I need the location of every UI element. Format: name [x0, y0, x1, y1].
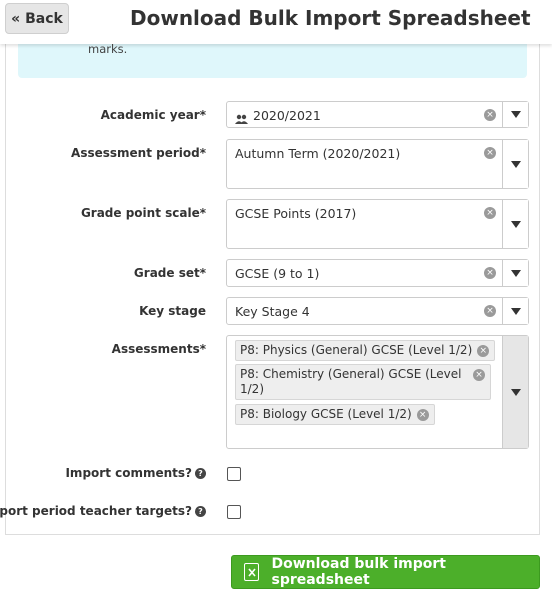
- key-stage-select[interactable]: Key Stage 4 ×: [226, 297, 529, 325]
- chevron-down-icon: [510, 220, 521, 228]
- grade-point-scale-select[interactable]: GCSE Points (2017) ×: [226, 199, 529, 249]
- assessment-tag-label: P8: Chemistry (General) GCSE (Level 1/2): [240, 367, 462, 396]
- clear-icon[interactable]: ×: [484, 109, 496, 121]
- clear-icon[interactable]: ×: [484, 147, 496, 159]
- clear-icon[interactable]: ×: [484, 305, 496, 317]
- remove-tag-icon[interactable]: ×: [416, 409, 429, 421]
- academic-year-value: 2020/2021: [253, 108, 321, 123]
- help-icon[interactable]: ?: [195, 506, 206, 517]
- academic-year-label: Academic year*: [100, 108, 206, 122]
- remove-tag-icon[interactable]: ×: [477, 345, 490, 357]
- assessment-tag: P8: Physics (General) GCSE (Level 1/2) ×: [235, 340, 496, 361]
- grade-point-scale-value: GCSE Points (2017): [235, 206, 357, 221]
- assessment-tag-label: P8: Biology GCSE (Level 1/2): [240, 407, 412, 421]
- dropdown-toggle[interactable]: [502, 140, 528, 188]
- import-comments-label: Import comments??: [65, 466, 206, 480]
- clear-icon[interactable]: ×: [484, 267, 496, 279]
- download-button-label: Download bulk import spreadsheet: [271, 556, 446, 588]
- help-icon[interactable]: ?: [195, 468, 206, 479]
- excel-file-icon: [244, 563, 260, 581]
- chevron-down-icon: [510, 388, 521, 396]
- assessment-tag: P8: Biology GCSE (Level 1/2) ×: [235, 404, 435, 425]
- grade-set-label: Grade set*: [133, 266, 206, 280]
- info-alert: marks.: [18, 40, 527, 78]
- dropdown-toggle[interactable]: [502, 200, 528, 248]
- assessment-tag-label: P8: Physics (General) GCSE (Level 1/2): [240, 343, 473, 357]
- assessment-tag: P8: Chemistry (General) GCSE (Level 1/2)…: [235, 364, 491, 400]
- chevron-down-icon: [510, 111, 521, 118]
- page-header: « Back Download Bulk Import Spreadsheet: [0, 0, 552, 44]
- assessment-period-value: Autumn Term (2020/2021): [235, 146, 401, 161]
- key-stage-label: Key stage: [139, 304, 206, 318]
- assessments-multiselect[interactable]: P8: Physics (General) GCSE (Level 1/2) ×…: [226, 335, 529, 449]
- grade-point-scale-label: Grade point scale*: [80, 206, 206, 220]
- page-title: Download Bulk Import Spreadsheet: [130, 6, 531, 30]
- chevron-down-icon: [510, 307, 521, 315]
- assessments-label: Assessments*: [111, 342, 206, 356]
- download-button[interactable]: Download bulk import spreadsheet: [231, 555, 540, 589]
- import-targets-checkbox[interactable]: [227, 505, 241, 519]
- remove-tag-icon[interactable]: ×: [473, 369, 485, 381]
- import-targets-text: Import period teacher targets?: [0, 504, 192, 518]
- import-comments-checkbox[interactable]: [227, 467, 241, 481]
- academic-year-select[interactable]: 2020/2021 ×: [226, 101, 529, 128]
- back-button[interactable]: « Back: [5, 3, 69, 34]
- dropdown-toggle[interactable]: [502, 102, 528, 127]
- key-stage-value: Key Stage 4: [235, 304, 310, 319]
- dropdown-toggle[interactable]: [502, 298, 528, 324]
- chevron-down-icon: [510, 269, 521, 277]
- chevron-down-icon: [510, 160, 521, 168]
- import-targets-label: Import period teacher targets??: [0, 504, 206, 518]
- import-comments-text: Import comments?: [65, 466, 192, 480]
- grade-set-select[interactable]: GCSE (9 to 1) ×: [226, 259, 529, 287]
- clear-icon[interactable]: ×: [484, 207, 496, 219]
- dropdown-toggle[interactable]: [502, 260, 528, 286]
- grade-set-value: GCSE (9 to 1): [235, 266, 320, 281]
- users-icon: [235, 110, 248, 129]
- info-text: marks.: [88, 42, 128, 56]
- dropdown-toggle[interactable]: [502, 336, 528, 448]
- assessment-period-label: Assessment period*: [71, 146, 206, 160]
- assessment-period-select[interactable]: Autumn Term (2020/2021) ×: [226, 139, 529, 189]
